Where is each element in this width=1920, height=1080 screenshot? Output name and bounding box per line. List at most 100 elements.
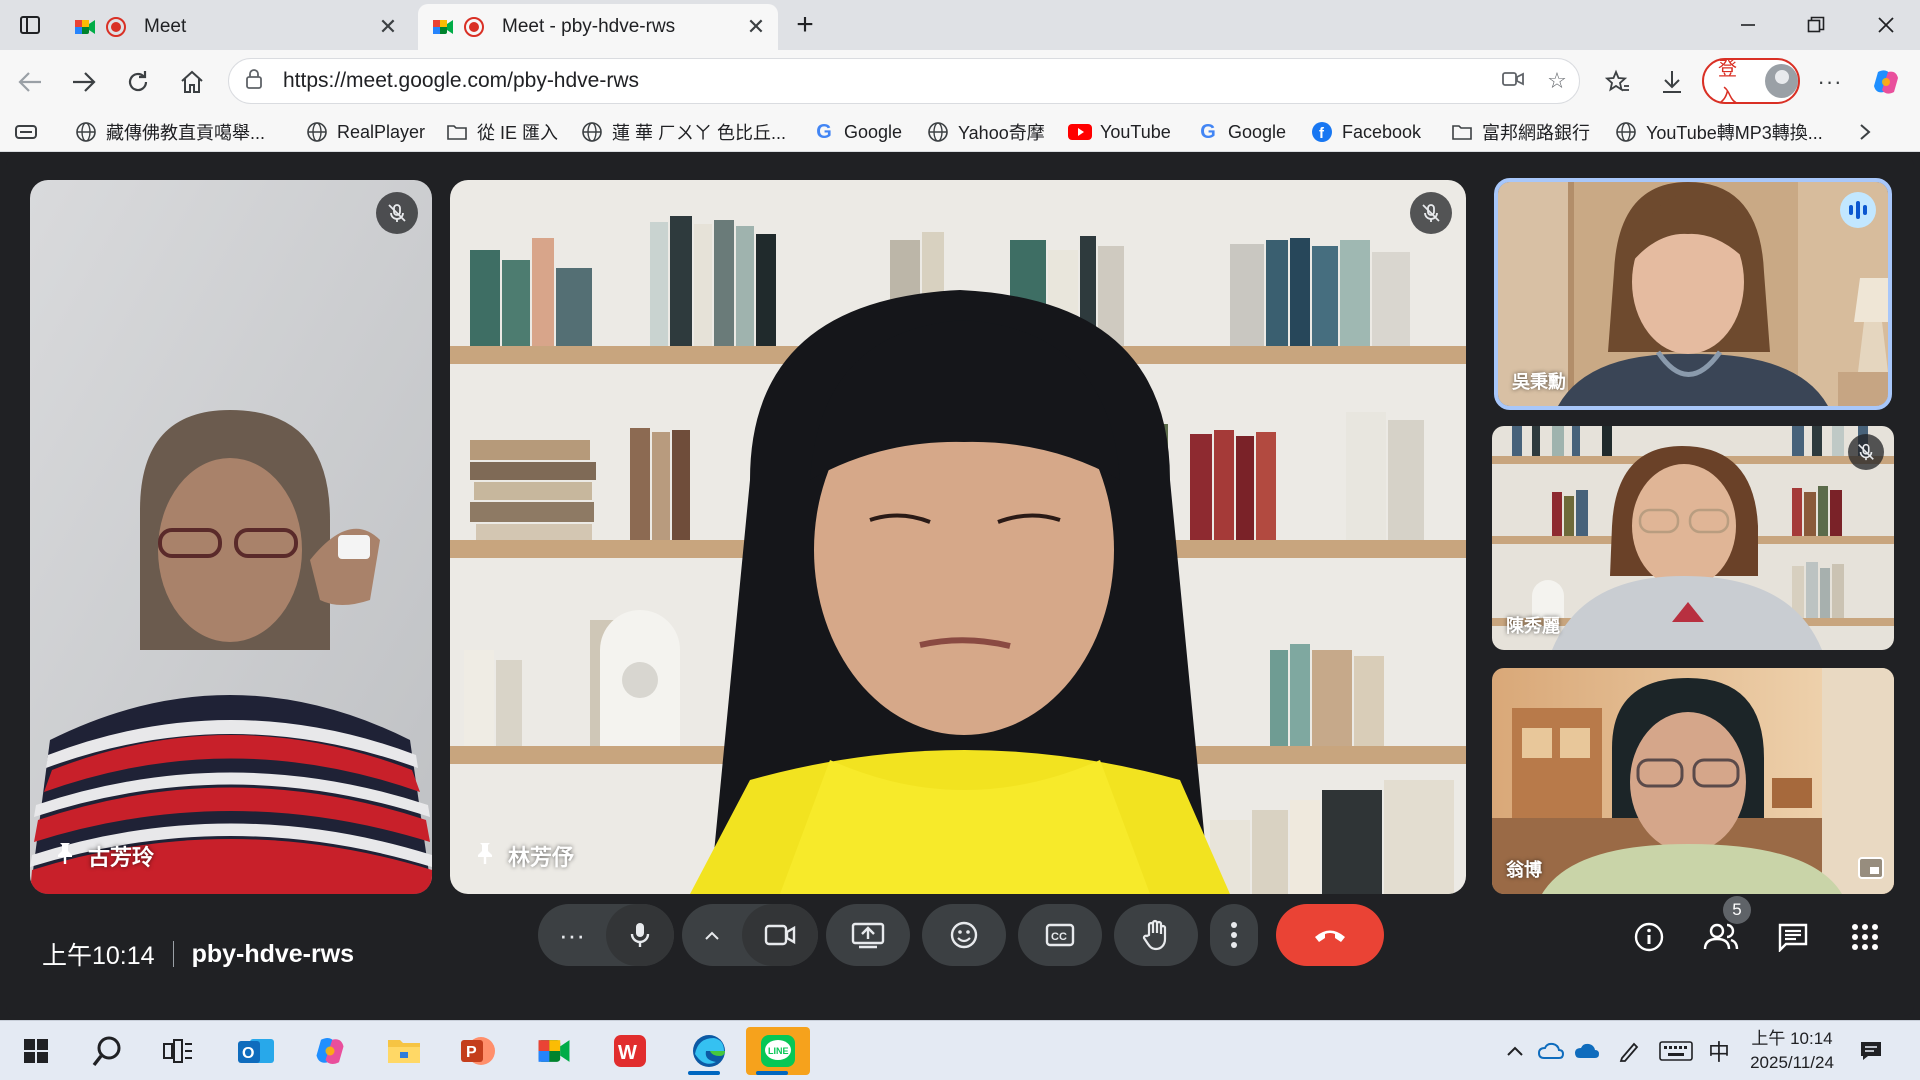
system-clock[interactable]: 上午 10:14 2025/11/24 [1742, 1027, 1842, 1075]
facebook-icon: f [1310, 120, 1334, 144]
reload-button[interactable] [118, 62, 158, 102]
bookmark-folder[interactable]: 從 IE 匯入 [445, 118, 558, 146]
participant-tile[interactable]: 古芳玲 [30, 180, 432, 894]
reactions-button[interactable] [922, 904, 1006, 966]
new-tab-button[interactable]: + [780, 0, 830, 50]
activities-button[interactable] [1842, 914, 1888, 960]
close-tab-icon[interactable]: ✕ [742, 14, 770, 40]
participant-video [450, 180, 1466, 894]
lock-icon[interactable] [245, 68, 265, 94]
microphone-icon [630, 923, 650, 947]
participant-tile-speaking[interactable]: 吳秉勳 [1494, 178, 1892, 410]
file-explorer-app[interactable] [378, 1027, 430, 1075]
bookmark-folder[interactable]: 富邦網路銀行 [1450, 118, 1590, 146]
address-bar[interactable]: https://meet.google.com/pby-hdve-rws ☆ [228, 58, 1580, 104]
bookmark-item[interactable]: 蓮 華 ㄏㄨㄚ 色比丘... [580, 118, 786, 146]
globe-icon [1614, 120, 1638, 144]
bookmark-item[interactable]: YouTube轉MP3轉換... [1614, 118, 1823, 146]
bookmark-item[interactable]: YouTube [1068, 118, 1171, 146]
forward-button[interactable] [64, 62, 104, 102]
notifications-icon[interactable] [1854, 1035, 1888, 1067]
participant-name: 古芳玲 [56, 840, 154, 872]
onedrive-icon[interactable] [1536, 1035, 1566, 1067]
raise-hand-button[interactable] [1114, 904, 1198, 966]
microphone-button[interactable] [606, 904, 674, 966]
video-options-chevron-icon[interactable] [682, 929, 742, 941]
downloads-icon[interactable] [1652, 62, 1692, 102]
home-button[interactable] [172, 62, 212, 102]
participant-tile[interactable]: 翁博 [1492, 668, 1894, 894]
google-icon: G [816, 120, 832, 143]
people-button[interactable] [1698, 914, 1744, 960]
camera-in-use-icon[interactable] [1491, 68, 1535, 94]
task-view-button[interactable] [152, 1027, 204, 1075]
clock-time: 上午 10:14 [1751, 1029, 1833, 1048]
folder-icon [445, 120, 469, 144]
participant-tile-featured[interactable]: 林芳伃 [450, 180, 1466, 894]
hang-up-icon [1315, 930, 1345, 942]
close-tab-icon[interactable]: ✕ [374, 14, 402, 40]
participant-tile[interactable]: 陳秀麗 [1492, 426, 1894, 650]
copilot-icon[interactable] [1866, 62, 1906, 102]
copilot-app[interactable] [304, 1027, 356, 1075]
powerpoint-icon: P [461, 1037, 495, 1065]
present-screen-button[interactable] [826, 904, 910, 966]
bookmark-item[interactable]: G Google [812, 118, 902, 146]
line-app[interactable]: LINE [746, 1027, 810, 1075]
sign-in-button[interactable]: 登入 [1702, 58, 1800, 107]
muted-mic-icon [376, 192, 418, 234]
pin-icon [476, 841, 494, 871]
restore-button[interactable] [1786, 0, 1846, 50]
bookmark-item[interactable]: G Google [1196, 118, 1286, 146]
folder-icon [1450, 120, 1474, 144]
more-menu-icon[interactable]: ··· [1810, 62, 1850, 102]
tab-meet[interactable]: Meet ✕ [60, 4, 410, 50]
audio-options-icon[interactable]: ··· [538, 920, 606, 951]
participant-video [1492, 668, 1894, 894]
back-button[interactable] [10, 62, 50, 102]
powerpoint-app[interactable]: P [452, 1027, 504, 1075]
svg-text:O: O [242, 1045, 254, 1062]
start-button[interactable] [10, 1027, 62, 1075]
edge-browser-app[interactable] [678, 1027, 740, 1075]
favorites-icon[interactable] [1598, 62, 1638, 102]
bookmarks-overflow-chevron-icon[interactable] [1858, 118, 1872, 146]
recording-icon [106, 17, 126, 37]
tab-meet-pby-hdve-rws[interactable]: Meet - pby-hdve-rws ✕ [418, 4, 778, 50]
url-text[interactable]: https://meet.google.com/pby-hdve-rws [283, 69, 1491, 93]
chat-icon [1778, 923, 1808, 952]
captions-button[interactable]: CC [1018, 904, 1102, 966]
bookmark-item[interactable]: 藏傳佛教直貢噶舉... [74, 118, 265, 146]
speaking-indicator-icon [1840, 192, 1876, 228]
bookmarks-menu-icon[interactable] [14, 118, 38, 146]
camera-control-group [682, 904, 818, 966]
search-button[interactable] [82, 1027, 134, 1075]
meeting-details-button[interactable] [1626, 914, 1672, 960]
pen-icon[interactable] [1614, 1035, 1644, 1067]
favorite-star-icon[interactable]: ☆ [1535, 68, 1579, 94]
outlook-app[interactable]: O [230, 1027, 282, 1075]
wps-office-app[interactable]: W [604, 1027, 656, 1075]
picture-in-picture-icon[interactable] [1858, 857, 1884, 884]
wps-office-icon: W [614, 1035, 646, 1067]
close-window-button[interactable] [1856, 0, 1916, 50]
mic-control-group: ··· [538, 904, 674, 966]
minimize-button[interactable] [1718, 0, 1778, 50]
tab-actions-icon[interactable] [2, 0, 58, 50]
onedrive-business-icon[interactable] [1572, 1035, 1602, 1067]
show-hidden-icons-chevron-icon[interactable] [1502, 1035, 1528, 1067]
tab-title: Meet [144, 16, 187, 37]
chat-button[interactable] [1770, 914, 1816, 960]
google-meet-app[interactable] [528, 1027, 580, 1075]
raise-hand-icon [1142, 919, 1167, 951]
bookmark-item[interactable]: RealPlayer [305, 118, 425, 146]
camera-button[interactable] [742, 904, 818, 966]
input-method-indicator[interactable]: 中 [1704, 1035, 1734, 1067]
bookmark-item[interactable]: Yahoo奇摩 [926, 118, 1045, 146]
bookmark-item[interactable]: f Facebook [1310, 118, 1421, 146]
touch-keyboard-icon[interactable] [1656, 1035, 1696, 1067]
search-icon [92, 1036, 121, 1067]
svg-text:LINE: LINE [768, 1046, 789, 1056]
leave-call-button[interactable] [1276, 904, 1384, 966]
more-options-button[interactable] [1210, 904, 1258, 966]
